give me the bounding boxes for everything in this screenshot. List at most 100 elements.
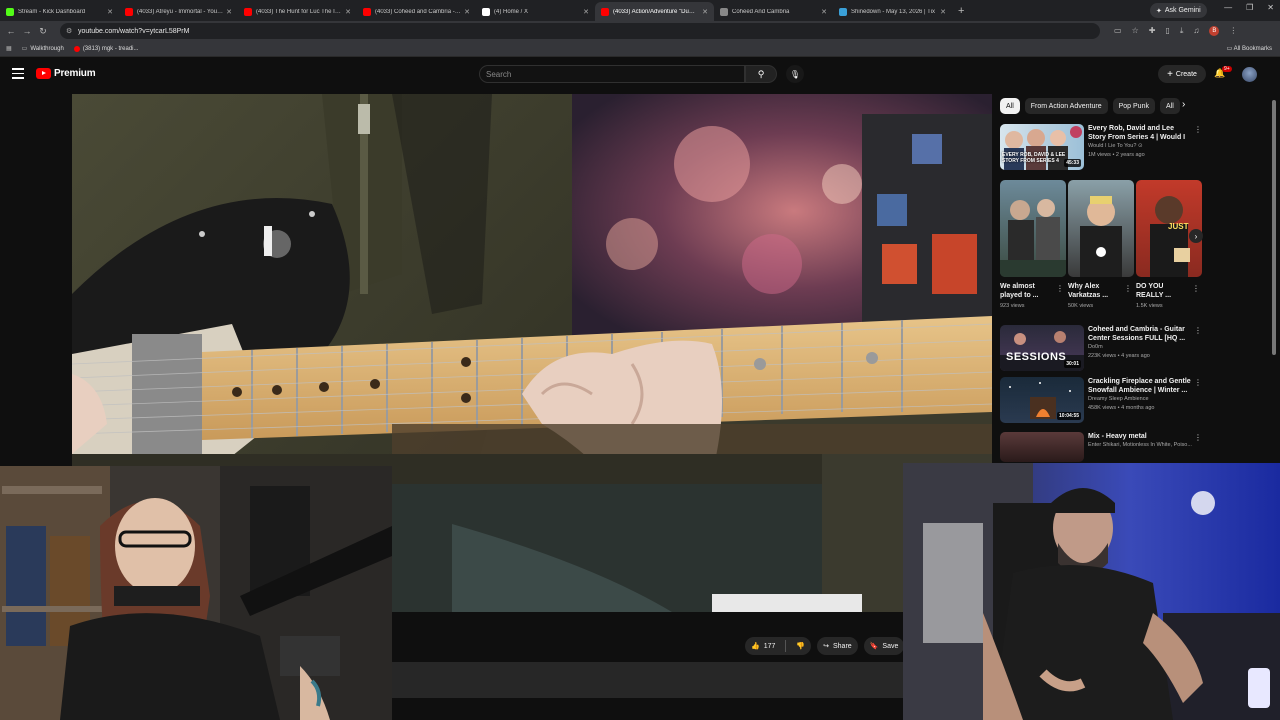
- extensions-icon[interactable]: ✚: [1149, 26, 1156, 35]
- browser-toolbar: ← → ↻ ⚙ youtube.com/watch?v=ytcarL58PrM …: [0, 21, 1280, 41]
- chip-pop-punk[interactable]: Pop Punk: [1112, 98, 1155, 114]
- browser-tab[interactable]: Stream - Kick Dashboard ✕: [0, 2, 119, 21]
- video-thumbnail[interactable]: [1000, 432, 1084, 462]
- tab-close-icon[interactable]: ✕: [702, 8, 708, 16]
- share-button[interactable]: ↪ Share: [817, 637, 858, 655]
- channel-name[interactable]: Would I Lie To You? ⊙: [1088, 142, 1192, 151]
- more-options-icon[interactable]: ⋮: [1194, 326, 1202, 335]
- create-button[interactable]: + Create: [1158, 65, 1206, 83]
- more-options-icon[interactable]: ⋮: [1192, 284, 1200, 293]
- youtube-logo[interactable]: Premium: [36, 68, 96, 79]
- download-icon[interactable]: ⤓: [1180, 26, 1184, 36]
- close-window-icon[interactable]: ✕: [1267, 3, 1274, 12]
- browser-tab[interactable]: Coheed And Cambria ✕: [714, 2, 833, 21]
- search-button[interactable]: ⚲: [745, 65, 777, 83]
- bookmark-mgk[interactable]: (3813) mgk - treadi...: [73, 45, 139, 52]
- thumbs-up-icon: 👍: [751, 643, 760, 650]
- more-options-icon[interactable]: ⋮: [1194, 433, 1202, 442]
- back-icon[interactable]: ←: [3, 26, 19, 36]
- browser-tab[interactable]: (4033) Atreyu - Immortal - YouTube ✕: [119, 2, 238, 21]
- tab-close-icon[interactable]: ✕: [940, 8, 946, 16]
- short-item[interactable]: We almost played to ... ⋮ 923 views: [1000, 180, 1066, 309]
- bookmark-walkthrough[interactable]: ▭ Walkthrough: [22, 45, 64, 53]
- chips-next-chevron-icon[interactable]: ›: [1182, 99, 1185, 110]
- account-avatar[interactable]: [1242, 67, 1257, 82]
- browser-tab[interactable]: Shinedown - May 13, 2026 | Tix ✕: [833, 2, 952, 21]
- tab-title: (4) Home / X: [494, 8, 529, 15]
- short-title[interactable]: DO YOU REALLY ...: [1136, 282, 1190, 300]
- list-item[interactable]: Mix - Heavy metal Enter Shikari, Motionl…: [1000, 432, 1205, 462]
- tab-close-icon[interactable]: ✕: [821, 8, 827, 16]
- profile-avatar[interactable]: B: [1209, 25, 1220, 36]
- page-scrollbar[interactable]: [1272, 100, 1276, 355]
- address-bar[interactable]: ⚙ youtube.com/watch?v=ytcarL58PrM: [60, 23, 1100, 39]
- tab-close-icon[interactable]: ✕: [583, 8, 589, 16]
- browser-tab[interactable]: (4033) Action/Adventure "Dumb" ✕: [595, 2, 714, 21]
- all-bookmarks-button[interactable]: ▭ All Bookmarks: [1227, 45, 1272, 52]
- site-info-icon[interactable]: ⚙: [66, 27, 72, 35]
- minimize-icon[interactable]: —: [1224, 3, 1232, 12]
- browser-tab[interactable]: (4033) The Hunt for Luc The Invisible✕: [238, 2, 357, 21]
- short-item[interactable]: Why Alex Varkatzas ... ⋮ 50K views: [1068, 180, 1134, 309]
- reload-icon[interactable]: ↻: [35, 26, 51, 37]
- browser-tab[interactable]: (4) Home / X ✕: [476, 2, 595, 21]
- bookmark-star-icon[interactable]: ☆: [1132, 26, 1139, 35]
- description-box[interactable]: [392, 662, 904, 698]
- channel-name[interactable]: Dreamy Sleep Ambience: [1088, 395, 1192, 404]
- hamburger-menu-icon[interactable]: [12, 68, 24, 80]
- video-title[interactable]: Crackling Fireplace and Gentle Snowfall …: [1088, 377, 1192, 395]
- dislike-button[interactable]: 👎: [790, 637, 811, 655]
- short-item[interactable]: JUST DO YOU REALLY ... ⋮ 1.5K views: [1136, 180, 1202, 309]
- search-input[interactable]: Search: [479, 65, 745, 83]
- more-options-icon[interactable]: ⋮: [1124, 284, 1132, 293]
- more-options-icon[interactable]: ⋮: [1194, 125, 1202, 134]
- media-icon[interactable]: ♫: [1193, 26, 1199, 35]
- folder-icon: ▭: [1226, 46, 1233, 52]
- channel-name[interactable]: Enter Shikari, Motionless In White, Pois…: [1088, 441, 1192, 450]
- save-button[interactable]: 🔖 Save: [863, 637, 905, 655]
- list-item[interactable]: 10:04:55 Crackling Fireplace and Gentle …: [1000, 377, 1205, 423]
- like-button[interactable]: 👍 177: [745, 637, 781, 655]
- video-info: Coheed and Cambria - Guitar Center Sessi…: [1088, 325, 1192, 361]
- create-label: Create: [1175, 70, 1197, 78]
- list-item[interactable]: EVERY ROB, DAVID & LEE STORY FROM SERIES…: [1000, 124, 1205, 170]
- more-options-icon[interactable]: ⋮: [1194, 378, 1202, 387]
- browser-tab[interactable]: (4033) Coheed and Cambria - Guitar✕: [357, 2, 476, 21]
- short-views: 923 views: [1000, 303, 1025, 309]
- short-title[interactable]: Why Alex Varkatzas ...: [1068, 282, 1122, 300]
- tab-close-icon[interactable]: ✕: [464, 8, 470, 16]
- video-thumbnail[interactable]: EVERY ROB, DAVID & LEE STORY FROM SERIES…: [1000, 124, 1084, 170]
- search-icon: ⚲: [757, 68, 765, 79]
- tab-favicon-icon: [6, 7, 14, 16]
- chip-from-action-adventure[interactable]: From Action Adventure: [1024, 98, 1108, 114]
- sidepanel-icon[interactable]: ▯: [1165, 26, 1169, 35]
- video-title[interactable]: Every Rob, David and Lee Story From Seri…: [1088, 124, 1192, 142]
- short-title[interactable]: We almost played to ...: [1000, 282, 1054, 300]
- apps-grid-icon[interactable]: ▦: [6, 45, 12, 52]
- new-tab-button[interactable]: +: [958, 5, 964, 17]
- short-thumbnail[interactable]: JUST: [1136, 180, 1202, 277]
- restore-icon[interactable]: ❐: [1246, 3, 1253, 12]
- video-title[interactable]: Mix - Heavy metal: [1088, 432, 1192, 441]
- more-options-icon[interactable]: ⋮: [1056, 284, 1064, 293]
- thumbnail-caption: SESSIONS: [1006, 351, 1067, 363]
- video-thumbnail[interactable]: 10:04:55: [1000, 377, 1084, 423]
- chip-all-more[interactable]: All: [1159, 98, 1180, 114]
- channel-name[interactable]: Do0m: [1088, 343, 1192, 352]
- forward-icon[interactable]: →: [19, 26, 35, 36]
- shorts-next-chevron-icon[interactable]: ›: [1189, 229, 1203, 243]
- short-thumbnail[interactable]: [1068, 180, 1134, 277]
- more-menu-icon[interactable]: ⋮: [1229, 26, 1237, 35]
- tab-close-icon[interactable]: ✕: [345, 8, 351, 16]
- tab-close-icon[interactable]: ✕: [107, 8, 113, 16]
- duration-badge: 30:01: [1064, 360, 1081, 368]
- list-item[interactable]: SESSIONS 30:01 Coheed and Cambria - Guit…: [1000, 325, 1205, 371]
- voice-search-button[interactable]: 🎙: [786, 65, 804, 83]
- chip-all[interactable]: All: [1000, 98, 1020, 114]
- video-thumbnail[interactable]: SESSIONS 30:01: [1000, 325, 1084, 371]
- video-title[interactable]: Coheed and Cambria - Guitar Center Sessi…: [1088, 325, 1192, 343]
- cast-icon[interactable]: ▭: [1114, 26, 1122, 35]
- tab-close-icon[interactable]: ✕: [226, 8, 232, 16]
- short-thumbnail[interactable]: [1000, 180, 1066, 277]
- ask-gemini-button[interactable]: ✦ Ask Gemini: [1150, 3, 1207, 18]
